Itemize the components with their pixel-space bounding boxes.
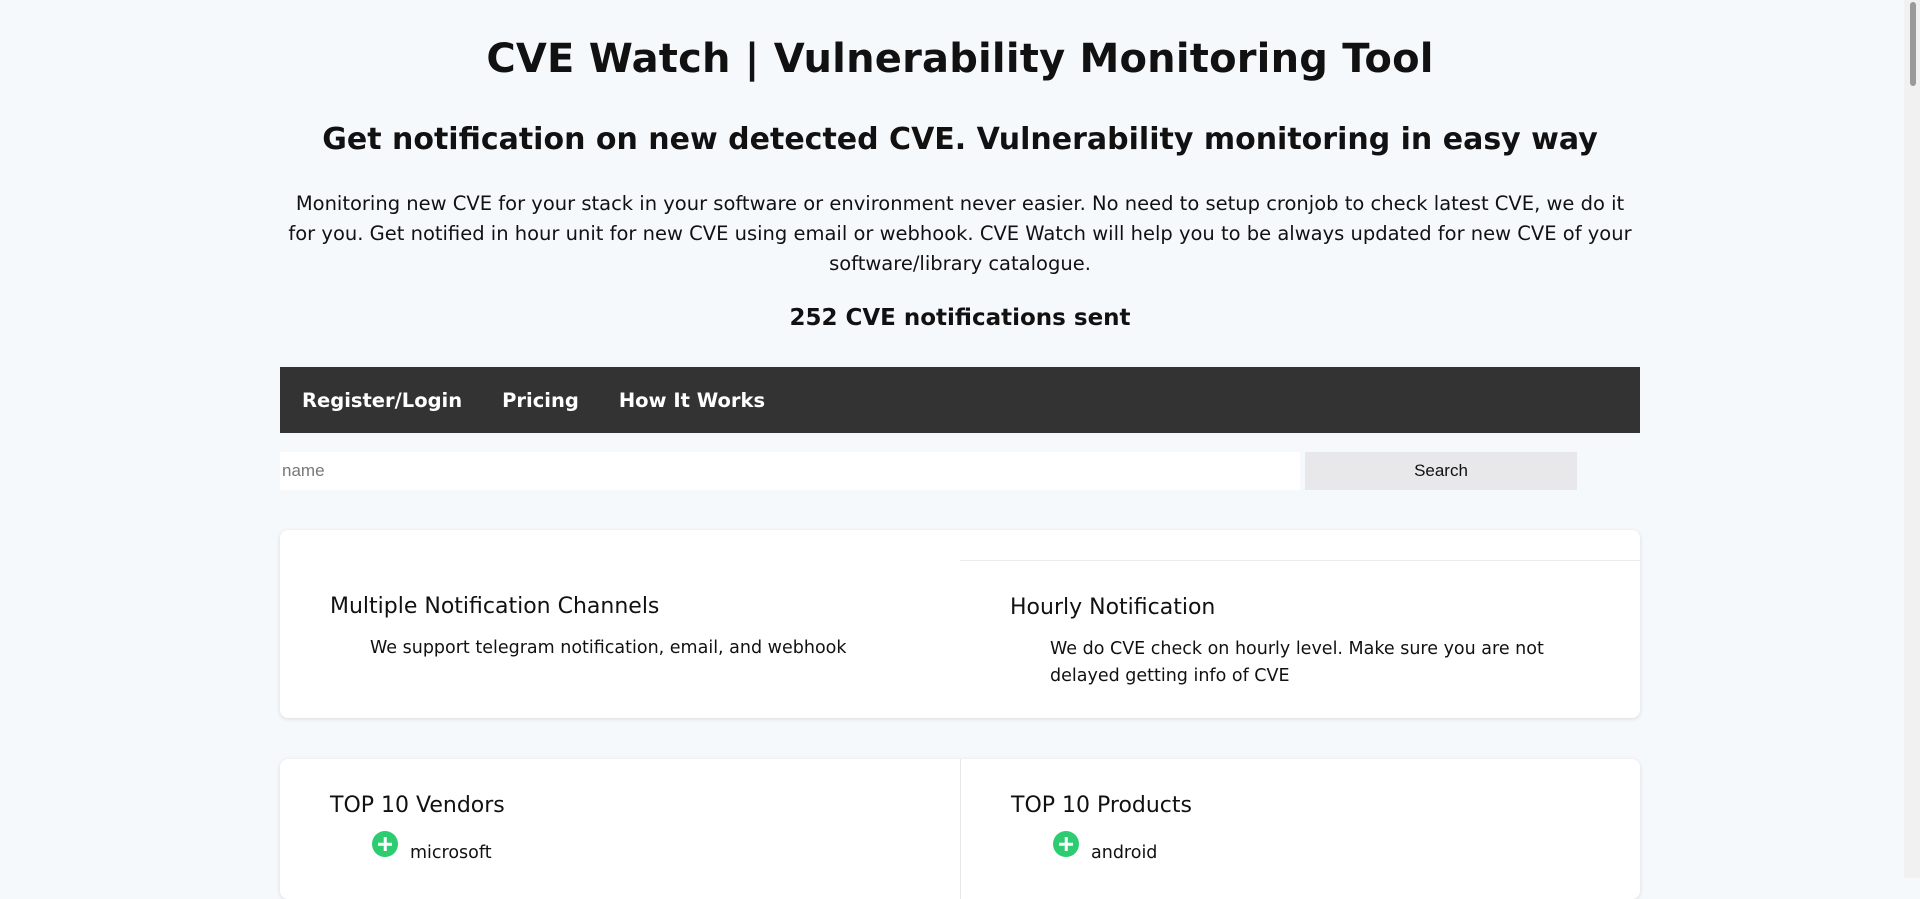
top10-products-section: TOP 10 Products android: [960, 759, 1641, 899]
feature-title: Hourly Notification: [1010, 595, 1216, 620]
top-navbar: Register/Login Pricing How It Works: [280, 367, 1640, 433]
features-card: Multiple Notification Channels We suppor…: [280, 530, 1640, 718]
plus-circle-icon[interactable]: [372, 831, 398, 857]
product-name: android: [1091, 843, 1158, 863]
vendor-name: microsoft: [410, 843, 492, 863]
nav-register-login[interactable]: Register/Login: [302, 389, 462, 412]
search-form: Search: [280, 452, 1640, 490]
product-list-item: android: [1053, 831, 1158, 863]
nav-pricing[interactable]: Pricing: [502, 389, 579, 412]
top10-vendors-title: TOP 10 Vendors: [330, 793, 505, 818]
top10-vendors-section: TOP 10 Vendors microsoft: [280, 759, 960, 899]
feature-notification-channels: Multiple Notification Channels We suppor…: [280, 530, 960, 718]
page-subtitle: Get notification on new detected CVE. Vu…: [322, 122, 1598, 157]
notifications-sent-count: 252 CVE notifications sent: [789, 305, 1131, 331]
feature-text: We support telegram notification, email,…: [370, 638, 847, 658]
feature-hourly-notification: Hourly Notification We do CVE check on h…: [960, 530, 1640, 718]
search-input[interactable]: [280, 452, 1300, 490]
search-button[interactable]: Search: [1305, 452, 1577, 490]
top10-card: TOP 10 Vendors microsoft TOP 10 Products…: [280, 759, 1640, 899]
nav-how-it-works[interactable]: How It Works: [619, 389, 765, 412]
feature-text: We do CVE check on hourly level. Make su…: [1050, 639, 1544, 686]
intro-text: Monitoring new CVE for your stack in you…: [288, 192, 1632, 275]
plus-circle-icon[interactable]: [1053, 831, 1079, 857]
page-title: CVE Watch | Vulnerability Monitoring Too…: [486, 36, 1434, 82]
top10-products-title: TOP 10 Products: [1011, 793, 1192, 818]
vertical-scrollbar[interactable]: [1904, 0, 1920, 878]
feature-title: Multiple Notification Channels: [330, 594, 660, 619]
scrollbar-thumb[interactable]: [1910, 2, 1916, 86]
vendor-list-item: microsoft: [372, 831, 492, 863]
